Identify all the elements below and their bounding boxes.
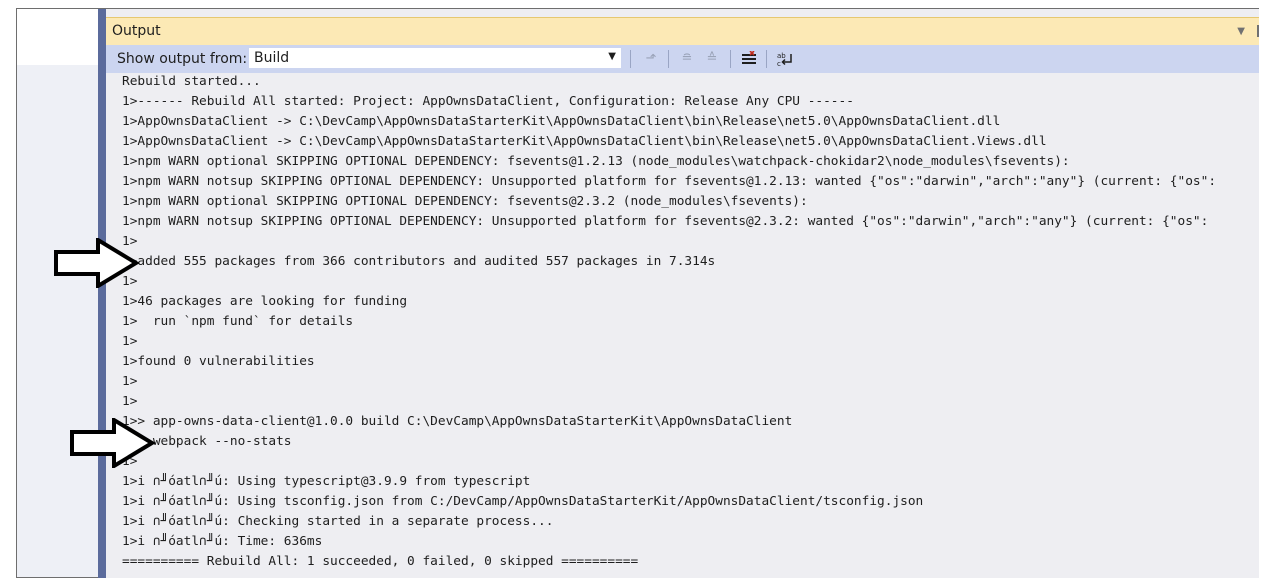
toolbar-divider (668, 50, 669, 68)
goto-previous-icon[interactable]: ≘ (676, 48, 698, 70)
output-line: 1>i ∩╜óatl∩╜ú: Using typescript@3.9.9 fr… (122, 474, 531, 489)
window-options-chevron-down-icon[interactable]: ▼ (1237, 26, 1245, 37)
clear-all-icon[interactable] (738, 48, 760, 70)
output-line: 1>npm WARN notsup SKIPPING OPTIONAL DEPE… (122, 214, 1209, 229)
output-line: 1>found 0 vulnerabilities (122, 354, 315, 369)
output-line: 1>AppOwnsDataClient -> C:\DevCamp\AppOwn… (122, 114, 1001, 129)
editor-gutter (17, 65, 98, 577)
output-toolbar: Show output from: Build ▼ ⬏ ≘ ≙ ab c (106, 45, 1259, 73)
pin-icon[interactable] (1257, 25, 1259, 37)
output-line: 1>i ∩╜óatl∩╜ú: Using tsconfig.json from … (122, 494, 924, 509)
output-line: 1>npm WARN optional SKIPPING OPTIONAL DE… (122, 154, 1070, 169)
output-line: 1>added 555 packages from 366 contributo… (122, 254, 716, 269)
show-output-from-label: Show output from: (117, 51, 248, 67)
goto-next-icon[interactable]: ≙ (701, 48, 723, 70)
output-line: 1>npm WARN notsup SKIPPING OPTIONAL DEPE… (122, 174, 1217, 189)
editor-margin (17, 9, 98, 65)
output-text-area[interactable]: Rebuild started... 1>------ Rebuild All s… (106, 73, 1259, 578)
output-line: 1>> app-owns-data-client@1.0.0 build C:\… (122, 414, 793, 429)
output-line: 1>46 packages are looking for funding (122, 294, 408, 309)
output-window-titlebar: Output ▼ (106, 17, 1259, 45)
output-line: 1> run `npm fund` for details (122, 314, 354, 329)
goto-previous-message-icon[interactable]: ⬏ (640, 48, 662, 70)
output-line: Rebuild started... (122, 74, 261, 89)
output-line: 1>AppOwnsDataClient -> C:\DevCamp\AppOwn… (122, 134, 1047, 149)
annotation-arrow-icon (54, 238, 140, 288)
output-line: 1>i ∩╜óatl∩╜ú: Time: 636ms (122, 534, 323, 549)
output-line: 1> (122, 394, 138, 409)
toolbar-divider (766, 50, 767, 68)
output-line: 1> (122, 374, 138, 389)
svg-text:ab: ab (777, 52, 786, 60)
chevron-down-icon: ▼ (608, 51, 616, 62)
window-title: Output (112, 23, 161, 39)
toggle-word-wrap-icon[interactable]: ab c (774, 48, 796, 70)
toolbar-divider (630, 50, 631, 68)
output-window: Output ▼ Show output from: Build ▼ ⬏ ≘ ≙… (106, 9, 1259, 578)
toolbar-divider (730, 50, 731, 68)
output-line: 1>i ∩╜óatl∩╜ú: Checking started in a sep… (122, 514, 554, 529)
output-line: 1>npm WARN optional SKIPPING OPTIONAL DE… (122, 194, 808, 209)
svg-text:c: c (777, 60, 781, 67)
output-source-value: Build (254, 50, 290, 66)
annotation-arrow-icon (70, 418, 156, 468)
output-line: 1> (122, 334, 138, 349)
output-line: ========== Rebuild All: 1 succeeded, 0 f… (122, 554, 639, 569)
panel-accent-bar (98, 9, 106, 578)
output-source-select[interactable]: Build ▼ (248, 47, 622, 69)
output-line: 1>------ Rebuild All started: Project: A… (122, 94, 854, 109)
